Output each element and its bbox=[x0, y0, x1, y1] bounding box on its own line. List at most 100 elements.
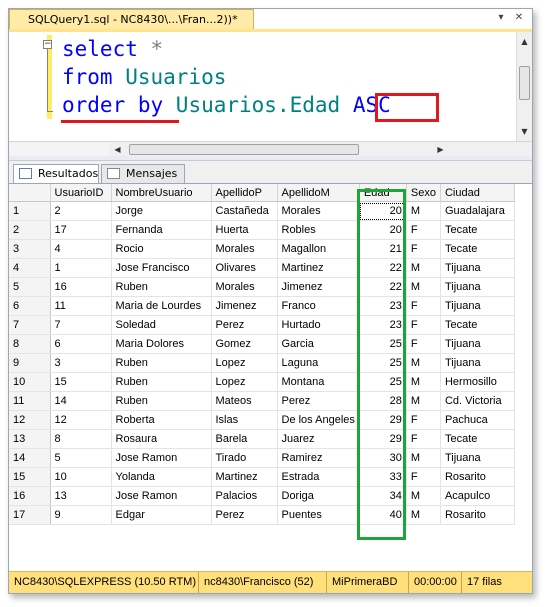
cell-nombreusuario[interactable]: Soledad bbox=[111, 315, 212, 335]
cell-sexo[interactable]: M bbox=[406, 391, 441, 411]
column-header-apellidop[interactable]: ApellidoP bbox=[211, 184, 278, 202]
table-row[interactable]: 7 7 Soledad Perez Hurtado 23 F Tecate bbox=[9, 315, 515, 335]
cell-nombreusuario[interactable]: Rosaura bbox=[111, 429, 212, 449]
scroll-down-icon[interactable]: ▼ bbox=[517, 124, 532, 139]
cell-apellidop[interactable]: Barela bbox=[211, 429, 278, 449]
row-number[interactable]: 8 bbox=[9, 334, 51, 354]
cell-sexo[interactable]: M bbox=[406, 258, 441, 278]
header-corner[interactable] bbox=[9, 184, 51, 202]
row-number[interactable]: 1 bbox=[9, 201, 51, 221]
cell-apellidop[interactable]: Martinez bbox=[211, 467, 278, 487]
table-row[interactable]: 12 12 Roberta Islas De los Angeles 29 F Pachuca bbox=[9, 410, 515, 430]
column-header-usuarioid[interactable]: UsuarioID bbox=[50, 184, 112, 202]
cell-nombreusuario[interactable]: Yolanda bbox=[111, 467, 212, 487]
cell-apellidop[interactable]: Mateos bbox=[211, 391, 278, 411]
cell-usuarioid[interactable]: 7 bbox=[50, 315, 112, 335]
table-row[interactable]: 13 8 Rosaura Barela Juarez 29 F Tecate bbox=[9, 429, 515, 449]
cell-nombreusuario[interactable]: Roberta bbox=[111, 410, 212, 430]
row-number[interactable]: 2 bbox=[9, 220, 51, 240]
column-header-ciudad[interactable]: Ciudad bbox=[440, 184, 515, 202]
table-row[interactable]: 1 2 Jorge Castañeda Morales 20 M Guadalajara bbox=[9, 201, 515, 221]
cell-ciudad[interactable]: Cd. Victoria bbox=[440, 391, 515, 411]
table-row[interactable]: 9 3 Ruben Lopez Laguna 25 M Tijuana bbox=[9, 353, 515, 373]
cell-sexo[interactable]: F bbox=[406, 239, 441, 259]
cell-apellidop[interactable]: Castañeda bbox=[211, 201, 278, 221]
row-number[interactable]: 13 bbox=[9, 429, 51, 449]
cell-apellidop[interactable]: Lopez bbox=[211, 353, 278, 373]
cell-usuarioid[interactable]: 1 bbox=[50, 258, 112, 278]
scroll-right-icon[interactable]: ▶ bbox=[433, 142, 448, 157]
cell-apellidom[interactable]: Morales bbox=[277, 201, 360, 221]
cell-apellidom[interactable]: Robles bbox=[277, 220, 360, 240]
cell-apellidom[interactable]: Montana bbox=[277, 372, 360, 392]
cell-nombreusuario[interactable]: Jose Ramon bbox=[111, 448, 212, 468]
table-row[interactable]: 3 4 Rocio Morales Magallon 21 F Tecate bbox=[9, 239, 515, 259]
scroll-thumb[interactable] bbox=[519, 66, 530, 100]
cell-apellidop[interactable]: Perez bbox=[211, 505, 278, 525]
cell-sexo[interactable]: M bbox=[406, 201, 441, 221]
scroll-left-icon[interactable]: ◀ bbox=[110, 142, 125, 157]
cell-nombreusuario[interactable]: Jose Ramon bbox=[111, 486, 212, 506]
row-number[interactable]: 16 bbox=[9, 486, 51, 506]
cell-apellidom[interactable]: Perez bbox=[277, 391, 360, 411]
cell-nombreusuario[interactable]: Ruben bbox=[111, 277, 212, 297]
cell-ciudad[interactable]: Acapulco bbox=[440, 486, 515, 506]
table-row[interactable]: 2 17 Fernanda Huerta Robles 20 F Tecate bbox=[9, 220, 515, 240]
cell-apellidom[interactable]: Laguna bbox=[277, 353, 360, 373]
cell-nombreusuario[interactable]: Maria Dolores bbox=[111, 334, 212, 354]
cell-sexo[interactable]: M bbox=[406, 277, 441, 297]
cell-apellidop[interactable]: Olivares bbox=[211, 258, 278, 278]
cell-ciudad[interactable]: Tecate bbox=[440, 315, 515, 335]
cell-sexo[interactable]: F bbox=[406, 296, 441, 316]
cell-sexo[interactable]: F bbox=[406, 410, 441, 430]
cell-apellidop[interactable]: Perez bbox=[211, 315, 278, 335]
cell-ciudad[interactable]: Guadalajara bbox=[440, 201, 515, 221]
cell-usuarioid[interactable]: 12 bbox=[50, 410, 112, 430]
cell-sexo[interactable]: F bbox=[406, 220, 441, 240]
cell-nombreusuario[interactable]: Edgar bbox=[111, 505, 212, 525]
cell-apellidom[interactable]: Estrada bbox=[277, 467, 360, 487]
cell-usuarioid[interactable]: 2 bbox=[50, 201, 112, 221]
scroll-up-icon[interactable]: ▲ bbox=[517, 34, 532, 49]
cell-sexo[interactable]: M bbox=[406, 448, 441, 468]
cell-ciudad[interactable]: Hermosillo bbox=[440, 372, 515, 392]
row-number[interactable]: 6 bbox=[9, 296, 51, 316]
column-header-sexo[interactable]: Sexo bbox=[406, 184, 441, 202]
cell-ciudad[interactable]: Tecate bbox=[440, 220, 515, 240]
table-row[interactable]: 4 1 Jose Francisco Olivares Martinez 22 M Tijua… bbox=[9, 258, 515, 278]
table-row[interactable]: 16 13 Jose Ramon Palacios Doriga 34 M Acapulco bbox=[9, 486, 515, 506]
table-row[interactable]: 10 15 Ruben Lopez Montana 25 M Hermosillo bbox=[9, 372, 515, 392]
row-number[interactable]: 4 bbox=[9, 258, 51, 278]
row-number[interactable]: 12 bbox=[9, 410, 51, 430]
cell-ciudad[interactable]: Rosarito bbox=[440, 467, 515, 487]
cell-apellidop[interactable]: Huerta bbox=[211, 220, 278, 240]
cell-sexo[interactable]: M bbox=[406, 353, 441, 373]
cell-apellidop[interactable]: Morales bbox=[211, 277, 278, 297]
cell-apellidom[interactable]: De los Angeles bbox=[277, 410, 360, 430]
cell-usuarioid[interactable]: 16 bbox=[50, 277, 112, 297]
cell-sexo[interactable]: F bbox=[406, 467, 441, 487]
dropdown-icon[interactable]: ▾ bbox=[494, 11, 508, 25]
cell-ciudad[interactable]: Tijuana bbox=[440, 296, 515, 316]
cell-apellidom[interactable]: Ramirez bbox=[277, 448, 360, 468]
table-row[interactable]: 11 14 Ruben Mateos Perez 28 M Cd. Victoria bbox=[9, 391, 515, 411]
cell-usuarioid[interactable]: 14 bbox=[50, 391, 112, 411]
cell-apellidom[interactable]: Puentes bbox=[277, 505, 360, 525]
cell-sexo[interactable]: F bbox=[406, 315, 441, 335]
cell-sexo[interactable]: M bbox=[406, 486, 441, 506]
cell-usuarioid[interactable]: 5 bbox=[50, 448, 112, 468]
collapse-minus-icon[interactable]: − bbox=[43, 40, 52, 49]
cell-apellidom[interactable]: Magallon bbox=[277, 239, 360, 259]
tab-mensajes[interactable]: Mensajes bbox=[101, 164, 185, 183]
row-number[interactable]: 3 bbox=[9, 239, 51, 259]
close-icon[interactable]: ✕ bbox=[512, 11, 526, 25]
row-number[interactable]: 15 bbox=[9, 467, 51, 487]
cell-nombreusuario[interactable]: Jorge bbox=[111, 201, 212, 221]
cell-ciudad[interactable]: Tijuana bbox=[440, 353, 515, 373]
table-row[interactable]: 6 11 Maria de Lourdes Jimenez Franco 23 F Tijua… bbox=[9, 296, 515, 316]
cell-ciudad[interactable]: Tecate bbox=[440, 239, 515, 259]
cell-usuarioid[interactable]: 6 bbox=[50, 334, 112, 354]
cell-apellidop[interactable]: Palacios bbox=[211, 486, 278, 506]
cell-ciudad[interactable]: Rosarito bbox=[440, 505, 515, 525]
cell-sexo[interactable]: F bbox=[406, 334, 441, 354]
